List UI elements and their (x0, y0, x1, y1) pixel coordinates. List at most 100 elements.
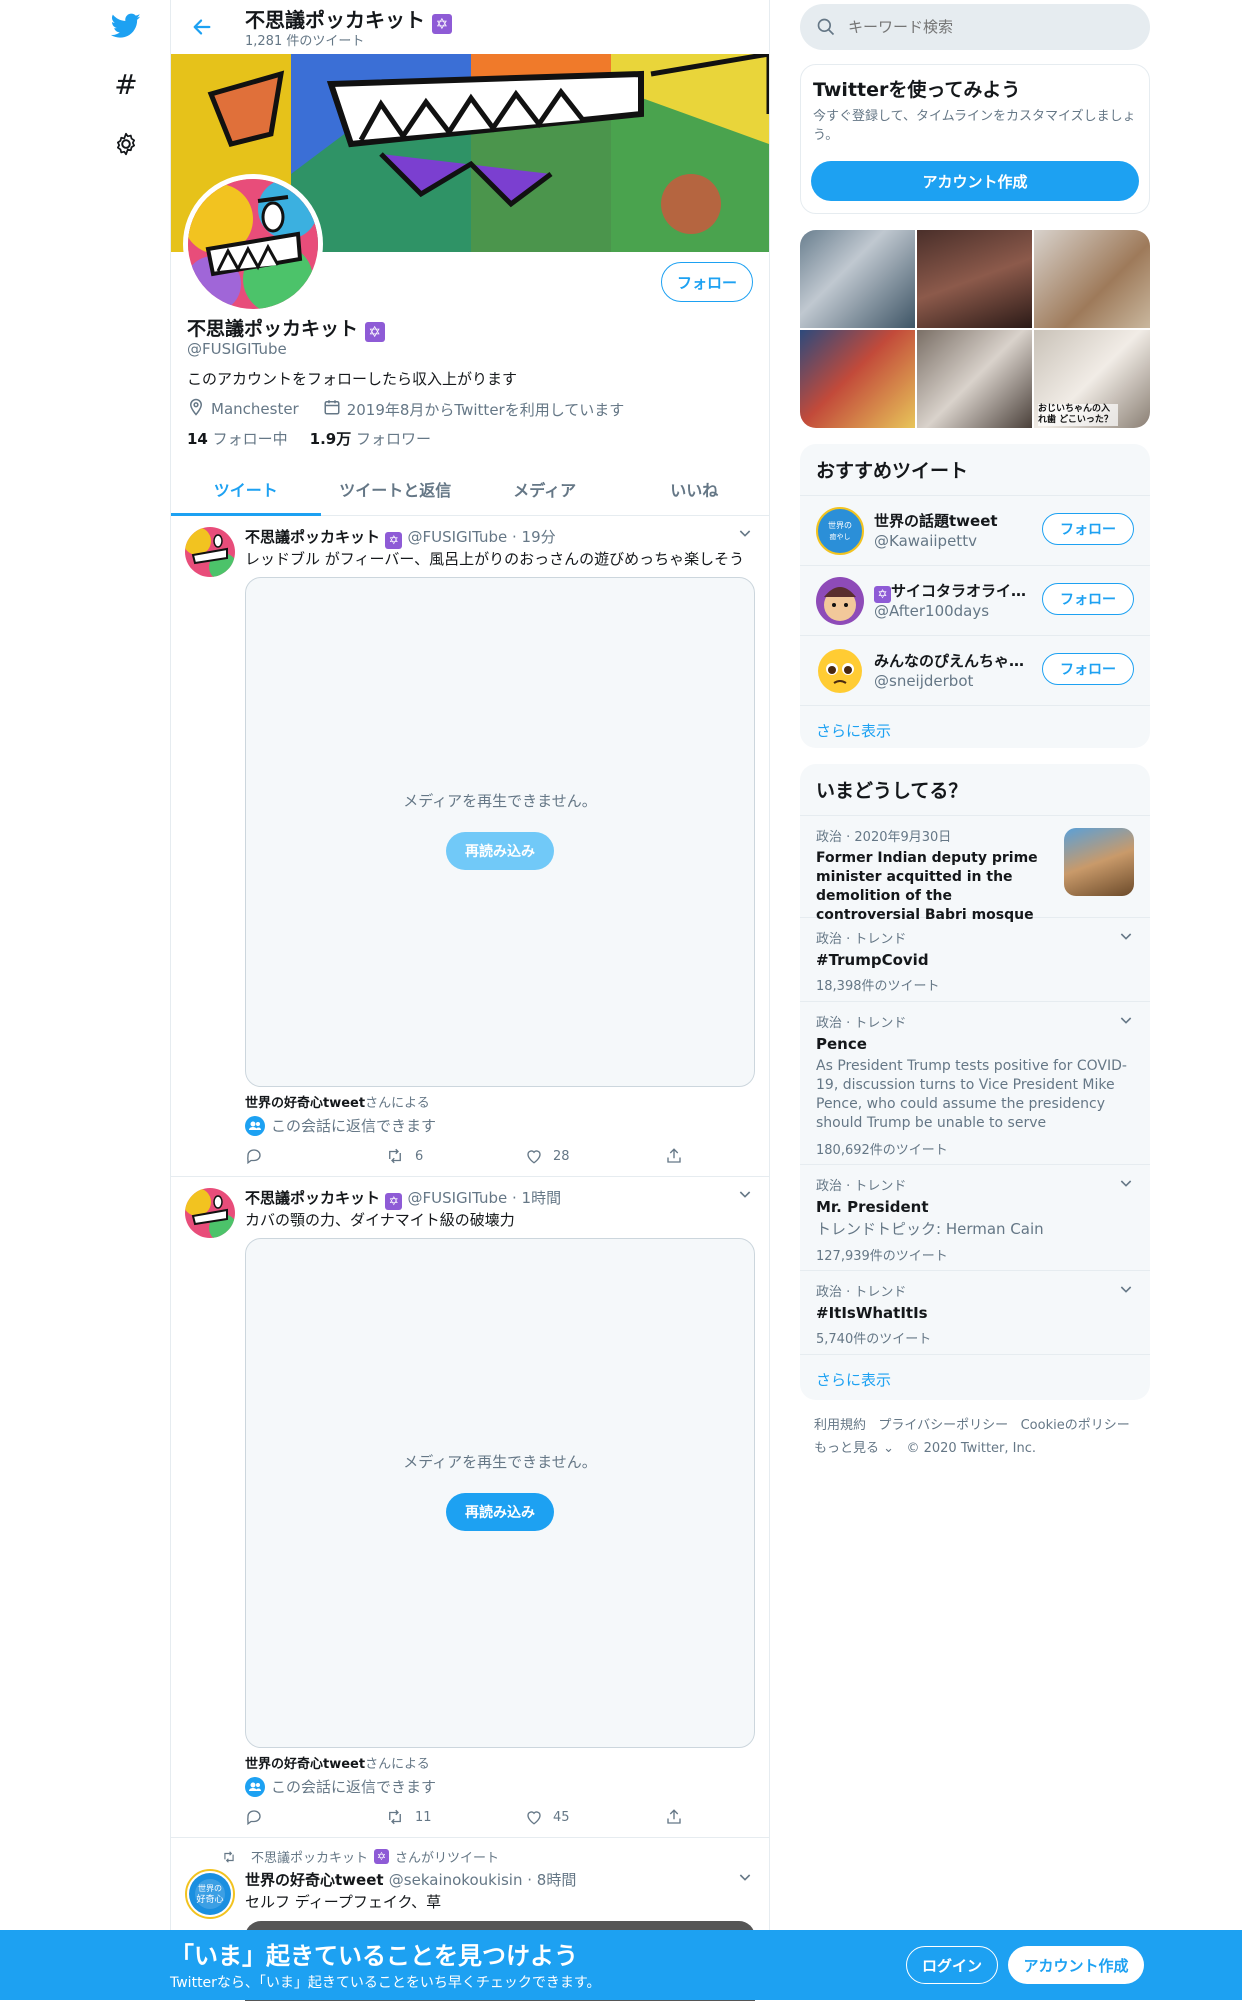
like-count: 45 (553, 1809, 570, 1825)
user-name: ✡ サイコタラオライ… (874, 580, 1034, 603)
explore-hashtag-icon[interactable]: # (108, 66, 144, 102)
terms-link[interactable]: 利用規約 (814, 1418, 866, 1433)
trend-item[interactable]: 政治 · トレンド #ItIsWhatItIs 5,740件のツイート (800, 1271, 1150, 1355)
tab-media[interactable]: メディア (470, 462, 620, 515)
retweet-context: 不思議ポッカキット ✡ さんがリツイート (221, 1847, 499, 1866)
share-button[interactable] (665, 1808, 685, 1826)
more-menu[interactable]: もっと見る ⌄ (814, 1441, 894, 1456)
footer-links: 利用規約 プライバシーポリシー Cookieのポリシー もっと見る ⌄ © 20… (814, 1414, 1144, 1460)
trend-item[interactable]: 政治 · トレンド #TrumpCovid 18,398件のツイート (800, 918, 1150, 1002)
show-more-link[interactable]: さらに表示 (800, 1355, 1150, 1400)
conversation-notice: この会話に返信できます (245, 1776, 436, 1797)
user-avatar[interactable] (816, 577, 864, 625)
reply-icon (247, 1149, 261, 1165)
tweet-item[interactable]: 不思議ポッカキット ✡ @FUSIGITube · 19分 レッドブル がフィー… (171, 517, 769, 1177)
follow-stats: 14 フォロー中 1.9万 フォロワー (187, 428, 431, 449)
retweet-button[interactable]: 6 (385, 1147, 495, 1165)
trend-item[interactable]: 政治 · 2020年9月30日 Former Indian deputy pri… (800, 816, 1150, 923)
follow-button[interactable]: フォロー (1042, 653, 1134, 685)
media-thumb[interactable] (917, 230, 1032, 328)
media-thumb[interactable] (917, 330, 1032, 428)
trend-item[interactable]: 政治 · トレンド Mr. President トレンドトピック: Herman… (800, 1165, 1150, 1271)
chevron-down-icon[interactable] (1118, 1012, 1134, 1032)
user-handle: @sneijderbot (874, 672, 974, 690)
media-thumb[interactable] (800, 230, 915, 328)
star-of-david-badge-icon: ✡ (385, 1193, 403, 1210)
recommended-user[interactable]: 世界の 癒やし 世界の話題tweet @Kawaiipettv フォロー (800, 496, 1150, 566)
reply-button[interactable] (245, 1808, 355, 1826)
reply-button[interactable] (245, 1147, 355, 1165)
trend-category: 政治 · トレンド (816, 1285, 907, 1300)
share-icon (667, 1148, 681, 1163)
tab-tweets[interactable]: ツイート (171, 462, 321, 516)
trends-card: いまどうしてる？ 政治 · 2020年9月30日 Former Indian d… (800, 764, 1150, 1400)
tweet-author[interactable]: 不思議ポッカキット ✡ @FUSIGITube · 19分 (245, 526, 556, 549)
heart-icon (527, 1150, 541, 1164)
trend-title: #ItIsWhatItIs (816, 1304, 928, 1322)
tweet-media-placeholder[interactable]: メディアを再生できません。 再読み込み (245, 1238, 755, 1748)
media-thumb[interactable] (1034, 230, 1150, 328)
signup-button[interactable]: アカウント作成 (1008, 1946, 1144, 1984)
chevron-down-icon[interactable] (737, 1186, 753, 1206)
reload-button[interactable]: 再読み込み (446, 832, 554, 870)
star-of-david-badge-icon: ✡ (874, 586, 891, 603)
user-avatar[interactable] (816, 647, 864, 695)
follow-button[interactable]: フォロー (661, 262, 753, 302)
trend-title: #TrumpCovid (816, 951, 929, 969)
twitter-logo-icon[interactable] (108, 8, 144, 44)
trend-count: 180,692件のツイート (816, 1143, 948, 1158)
privacy-link[interactable]: プライバシーポリシー (878, 1418, 1008, 1433)
svg-text:世界の: 世界の (828, 520, 852, 530)
profile-tabs: ツイート ツイートと返信 メディア いいね (171, 462, 769, 516)
like-button[interactable]: 45 (525, 1808, 635, 1826)
media-grid: おじいちゃんの入れ歯 どこいった？ (800, 230, 1150, 428)
user-avatar[interactable]: 世界の 癒やし (816, 507, 864, 555)
media-thumb[interactable] (800, 330, 915, 428)
login-button[interactable]: ログイン (906, 1946, 998, 1984)
recommended-card: おすすめツイート 世界の 癒やし 世界の話題tweet @Kawaiipettv … (800, 444, 1150, 748)
following-link[interactable]: 14 フォロー中 (187, 428, 288, 449)
tweet-author[interactable]: 不思議ポッカキット ✡ @FUSIGITube · 1時間 (245, 1187, 561, 1210)
chevron-down-icon[interactable] (737, 1869, 753, 1889)
cookie-link[interactable]: Cookieのポリシー (1021, 1418, 1130, 1433)
profile-joined: 2019年8月からTwitterを利用しています (346, 400, 625, 419)
show-more-link[interactable]: さらに表示 (800, 706, 1150, 748)
tab-tweets-and-replies[interactable]: ツイートと返信 (321, 462, 471, 515)
followers-link[interactable]: 1.9万 フォロワー (310, 428, 431, 449)
recommended-user[interactable]: ✡ サイコタラオライ… @After100days フォロー (800, 566, 1150, 636)
search-input[interactable] (848, 12, 1128, 42)
profile-bio: このアカウントをフォローしたら収入上がります (187, 370, 518, 388)
follow-button[interactable]: フォロー (1042, 513, 1134, 545)
share-button[interactable] (665, 1147, 685, 1165)
retweet-button[interactable]: 11 (385, 1808, 495, 1826)
settings-gear-icon[interactable] (108, 126, 144, 162)
media-attribution: 世界の好奇心tweetさんによる (245, 1096, 430, 1111)
chevron-down-icon[interactable] (737, 525, 753, 545)
media-thumb[interactable]: おじいちゃんの入れ歯 どこいった？ (1034, 330, 1150, 428)
tweet-media-placeholder[interactable]: メディアを再生できません。 再読み込み (245, 577, 755, 1087)
star-of-david-badge-icon: ✡ (374, 1849, 390, 1864)
recommended-user[interactable]: みんなのぴえんちゃ… @sneijderbot フォロー (800, 636, 1150, 706)
trend-item[interactable]: 政治 · トレンド Pence As President Trump tests… (800, 1002, 1150, 1165)
chevron-down-icon[interactable] (1118, 1175, 1134, 1195)
follow-button[interactable]: フォロー (1042, 583, 1134, 615)
media-thumb-caption: おじいちゃんの入れ歯 どこいった？ (1038, 404, 1118, 426)
back-arrow-icon[interactable] (185, 10, 219, 44)
search-bar[interactable] (800, 4, 1150, 50)
chevron-down-icon[interactable] (1118, 1281, 1134, 1301)
chevron-down-icon[interactable] (1118, 928, 1134, 948)
tweet-author-avatar[interactable]: 世界の 好奇心 (185, 1869, 235, 1919)
like-button[interactable]: 28 (525, 1147, 635, 1165)
tweet-author-avatar[interactable] (185, 1188, 235, 1238)
calendar-icon (323, 398, 341, 420)
reload-button[interactable]: 再読み込み (446, 1493, 554, 1531)
tweet-item[interactable]: 不思議ポッカキット ✡ @FUSIGITube · 1時間 カバの顎の力、ダイナ… (171, 1178, 769, 1838)
trend-count: 18,398件のツイート (816, 979, 940, 994)
profile-avatar[interactable] (183, 174, 323, 314)
tab-likes[interactable]: いいね (620, 462, 770, 515)
people-icon (245, 1115, 265, 1136)
tweet-author-avatar[interactable] (185, 527, 235, 577)
create-account-button[interactable]: アカウント作成 (811, 161, 1139, 201)
tweet-author[interactable]: 世界の好奇心tweet @sekainokoukisin · 8時間 (245, 1869, 576, 1890)
user-name: みんなのぴえんちゃ… (874, 652, 1025, 670)
